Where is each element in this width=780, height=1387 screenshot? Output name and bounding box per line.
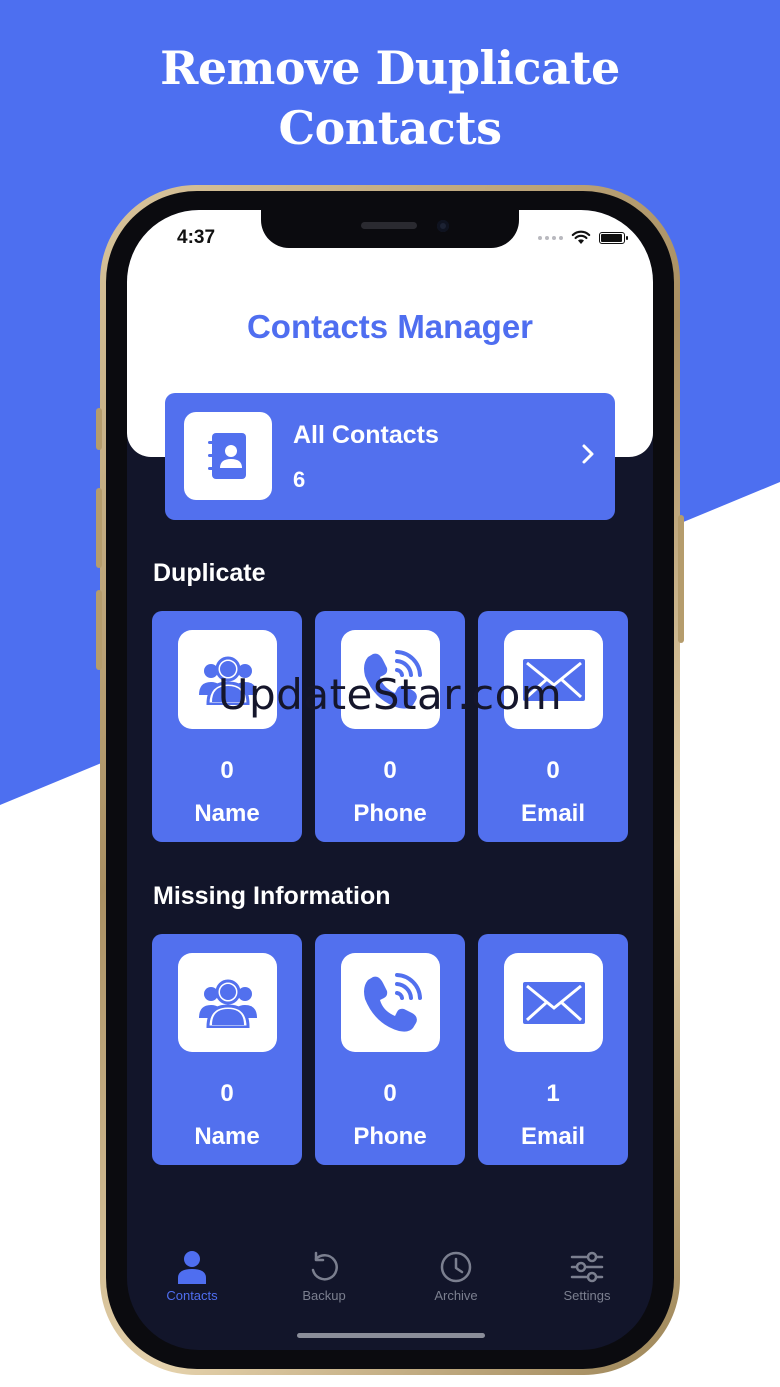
missing-name-tile[interactable]: 0 Name bbox=[152, 934, 302, 1165]
duplicate-email-tile[interactable]: 0 Email bbox=[478, 611, 628, 842]
missing-section-title: Missing Information bbox=[153, 882, 391, 910]
missing-phone-count: 0 bbox=[383, 1080, 397, 1107]
promo-headline-line2: Contacts bbox=[278, 101, 502, 155]
tab-contacts-label: Contacts bbox=[166, 1288, 218, 1303]
duplicate-email-count: 0 bbox=[546, 757, 560, 784]
duplicate-section-title: Duplicate bbox=[153, 559, 266, 587]
all-contacts-count: 6 bbox=[293, 467, 306, 492]
status-indicators bbox=[538, 230, 628, 245]
tab-bar: Contacts Backup Archive Settings bbox=[127, 1250, 653, 1310]
tab-archive[interactable]: Archive bbox=[401, 1250, 511, 1303]
duplicate-phone-count: 0 bbox=[383, 757, 397, 784]
duplicate-phone-tile[interactable]: 0 Phone bbox=[315, 611, 465, 842]
front-camera bbox=[437, 220, 449, 232]
all-contacts-label: All Contacts bbox=[293, 421, 439, 449]
tab-backup[interactable]: Backup bbox=[269, 1250, 379, 1303]
clock-icon bbox=[440, 1251, 472, 1283]
phone-notch bbox=[261, 210, 519, 248]
signal-icon bbox=[538, 235, 563, 240]
tab-contacts[interactable]: Contacts bbox=[137, 1250, 247, 1303]
watermark-text: UpdateStar.com bbox=[217, 670, 563, 719]
duplicate-email-label: Email bbox=[520, 800, 586, 827]
missing-phone-label: Phone bbox=[353, 1123, 427, 1150]
wifi-icon bbox=[571, 230, 591, 244]
all-contacts-card[interactable]: All Contacts 6 bbox=[165, 393, 615, 520]
home-indicator[interactable] bbox=[297, 1333, 485, 1338]
duplicate-name-tile[interactable]: 0 Name bbox=[152, 611, 302, 842]
promo-headline: Remove Duplicate Contacts bbox=[0, 38, 780, 158]
phone-call-icon bbox=[341, 953, 440, 1052]
phone-volume-up-button bbox=[96, 488, 102, 568]
tab-backup-label: Backup bbox=[302, 1288, 346, 1303]
chevron-right-icon bbox=[582, 444, 594, 464]
missing-phone-tile[interactable]: 0 Phone bbox=[315, 934, 465, 1165]
missing-name-label: Name bbox=[194, 1123, 260, 1150]
missing-name-count: 0 bbox=[220, 1080, 234, 1107]
address-book-icon bbox=[184, 412, 272, 500]
person-icon bbox=[178, 1251, 206, 1284]
phone-side-button bbox=[96, 408, 102, 450]
status-time: 4:37 bbox=[177, 227, 216, 248]
promo-headline-line1: Remove Duplicate bbox=[160, 41, 620, 95]
envelope-icon bbox=[504, 953, 603, 1052]
phone-screen: 4:37 Contacts Manager All Contacts 6 Dup… bbox=[127, 210, 653, 1350]
missing-email-label: Email bbox=[520, 1123, 586, 1150]
app-title: Contacts Manager bbox=[246, 308, 534, 345]
missing-email-count: 1 bbox=[546, 1080, 560, 1107]
tab-settings[interactable]: Settings bbox=[532, 1250, 642, 1303]
phone-volume-down-button bbox=[96, 590, 102, 670]
people-icon bbox=[178, 953, 277, 1052]
duplicate-name-count: 0 bbox=[220, 757, 234, 784]
tab-archive-label: Archive bbox=[434, 1288, 478, 1303]
battery-icon bbox=[599, 231, 628, 244]
phone-power-button bbox=[678, 515, 684, 643]
sliders-icon bbox=[570, 1251, 604, 1283]
restore-icon bbox=[311, 1251, 338, 1281]
duplicate-name-label: Name bbox=[194, 800, 260, 827]
speaker-grille bbox=[361, 222, 417, 229]
missing-email-tile[interactable]: 1 Email bbox=[478, 934, 628, 1165]
tab-settings-label: Settings bbox=[563, 1288, 611, 1303]
duplicate-phone-label: Phone bbox=[353, 800, 427, 827]
